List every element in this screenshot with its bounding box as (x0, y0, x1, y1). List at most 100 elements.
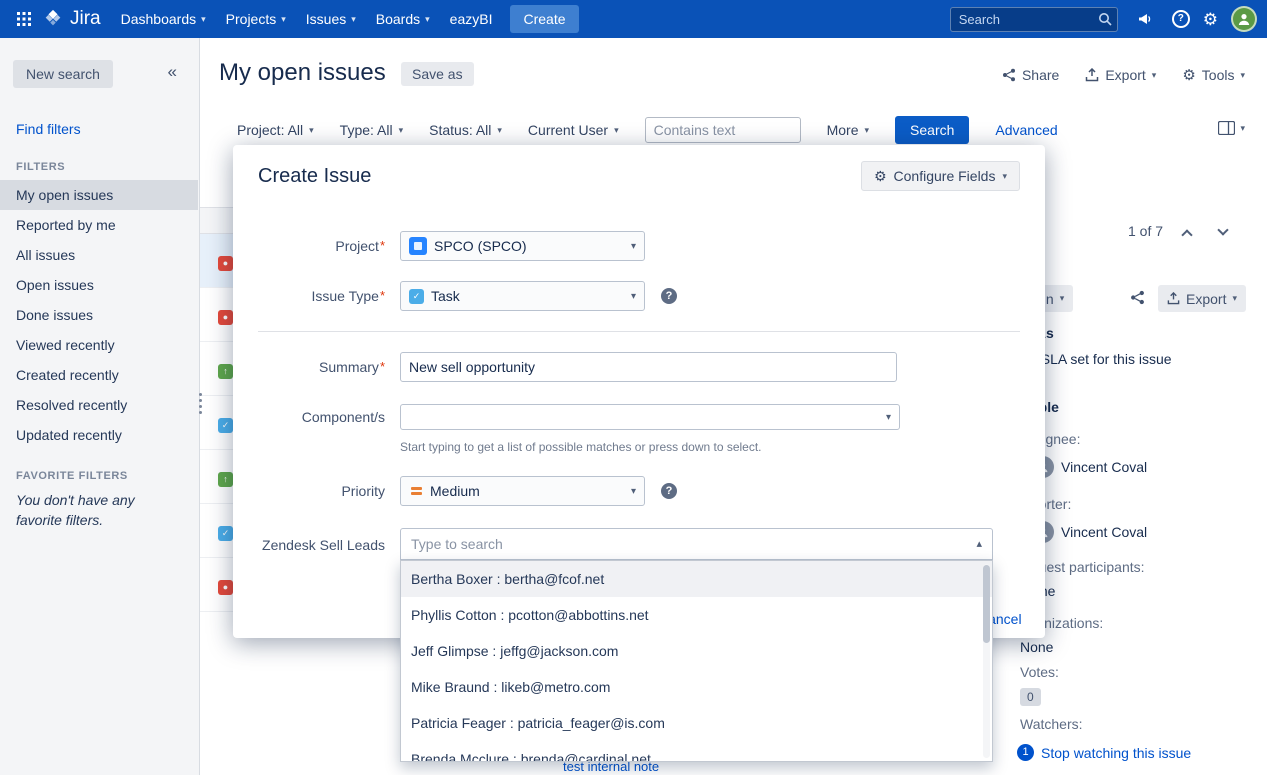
collapse-sidebar-icon[interactable]: « (168, 62, 177, 82)
project-select[interactable]: SPCO (SPCO) ▾ (400, 231, 645, 261)
issue-type-select[interactable]: ✓ Task ▾ (400, 281, 645, 311)
chevron-down-icon: ▾ (614, 125, 619, 136)
sidebar-item-reported-by-me[interactable]: Reported by me (0, 210, 198, 240)
share-button[interactable]: Share (1002, 67, 1059, 83)
contains-text-input[interactable] (645, 117, 801, 143)
chevron-down-icon: ▾ (1240, 70, 1245, 81)
votes-count-badge: 0 (1020, 688, 1041, 706)
issue-type-help-icon[interactable]: ? (661, 288, 677, 304)
type-filter[interactable]: Type: All▾ (340, 122, 403, 138)
issue-pager-label: 1 of 7 (1128, 223, 1163, 239)
lead-option[interactable]: Patricia Feager : patricia_feager@is.com (401, 705, 992, 741)
search-button[interactable]: Search (895, 116, 969, 144)
sidebar-item-viewed-recently[interactable]: Viewed recently (0, 330, 198, 360)
lead-option[interactable]: Brenda Mcclure : brenda@cardinal.net (401, 741, 992, 762)
app-switcher-button[interactable] (10, 4, 38, 34)
chevron-down-icon: ▾ (1152, 70, 1157, 81)
sidebar-item-updated-recently[interactable]: Updated recently (0, 420, 198, 450)
components-helper-text: Start typing to get a list of possible m… (400, 440, 762, 454)
project-filter[interactable]: Project: All▾ (237, 122, 314, 138)
summary-input[interactable] (400, 352, 897, 382)
project-field-label: Project* (233, 238, 385, 254)
issue-row[interactable]: ✓ (200, 504, 233, 558)
nav-eazybi[interactable]: eazyBI (440, 0, 503, 38)
chevron-down-icon: ▾ (865, 125, 870, 136)
chevron-down-icon: ▾ (309, 125, 314, 136)
sidebar-item-done-issues[interactable]: Done issues (0, 300, 198, 330)
leads-search-input[interactable] (401, 529, 992, 559)
user-avatar[interactable] (1231, 6, 1257, 32)
find-filters-link[interactable]: Find filters (16, 121, 81, 137)
task-type-icon: ✓ (409, 289, 424, 304)
export-icon (1167, 292, 1180, 305)
issue-row[interactable]: ● (200, 288, 233, 342)
priority-field-label: Priority (233, 483, 385, 499)
nav-issues[interactable]: Issues▾ (296, 0, 366, 38)
issue-list: ● ● ↑ ✓ ↑ ✓ ● (200, 141, 233, 775)
components-select[interactable]: ▾ (400, 404, 900, 430)
create-button[interactable]: Create (510, 5, 578, 33)
lead-option[interactable]: Jeff Glimpse : jeffg@jackson.com (401, 633, 992, 669)
nav-boards[interactable]: Boards▾ (366, 0, 440, 38)
chevron-down-icon: ▾ (1002, 171, 1007, 182)
save-as-button[interactable]: Save as (401, 62, 474, 86)
jira-logo[interactable]: Jira (38, 8, 111, 30)
tools-button[interactable]: ⚙ Tools ▾ (1182, 66, 1245, 84)
issue-row[interactable]: ↑ (200, 450, 233, 504)
more-filter[interactable]: More▾ (827, 122, 869, 138)
zendesk-sell-leads-field-label: Zendesk Sell Leads (233, 537, 385, 553)
watchers-label: Watchers: (1020, 716, 1083, 732)
detail-export-button[interactable]: Export ▾ (1158, 285, 1246, 312)
favorite-filters-heading: FAVORITE FILTERS (16, 470, 128, 482)
chevron-down-icon: ▾ (351, 14, 356, 25)
organizations-value: None (1020, 639, 1053, 655)
nav-dashboards[interactable]: Dashboards▾ (111, 0, 216, 38)
previous-issue-button[interactable] (1183, 226, 1199, 242)
sidebar-item-my-open-issues[interactable]: My open issues (0, 180, 198, 210)
advanced-link[interactable]: Advanced (995, 122, 1057, 138)
help-icon[interactable]: ? (1172, 10, 1190, 28)
next-issue-button[interactable] (1219, 226, 1235, 242)
search-filter-bar: Project: All▾ Type: All▾ Status: All▾ Cu… (237, 116, 1058, 144)
share-icon (1002, 68, 1016, 82)
task-icon: ✓ (218, 418, 233, 433)
export-icon (1085, 68, 1099, 82)
status-filter[interactable]: Status: All▾ (429, 122, 502, 138)
layout-switcher-button[interactable]: ▾ (1218, 121, 1245, 135)
announcements-button[interactable] (1131, 4, 1159, 34)
dropdown-scrollbar-thumb[interactable] (983, 565, 990, 643)
chevron-down-icon: ▾ (281, 14, 286, 25)
issue-row[interactable]: ● (200, 558, 233, 612)
section-divider (258, 331, 1020, 332)
header-actions: Share Export ▾ ⚙ Tools ▾ (1002, 66, 1245, 84)
detail-share-button[interactable] (1130, 290, 1145, 308)
sidebar-item-created-recently[interactable]: Created recently (0, 360, 198, 390)
jira-logo-icon (42, 8, 64, 30)
sidebar-item-all-issues[interactable]: All issues (0, 240, 198, 270)
sidebar-item-resolved-recently[interactable]: Resolved recently (0, 390, 198, 420)
lead-option[interactable]: Bertha Boxer : bertha@fcof.net (401, 561, 992, 597)
sidebar-item-open-issues[interactable]: Open issues (0, 270, 198, 300)
configure-fields-button[interactable]: ⚙ Configure Fields ▾ (861, 161, 1020, 191)
issue-row[interactable]: ● (200, 234, 233, 288)
new-search-button[interactable]: New search (13, 60, 113, 88)
nav-projects[interactable]: Projects▾ (216, 0, 296, 38)
task-icon: ✓ (218, 526, 233, 541)
assignee-name: Vincent Coval (1061, 459, 1147, 475)
global-search-input[interactable] (950, 7, 1118, 32)
current-user-filter[interactable]: Current User▾ (528, 122, 619, 138)
gear-icon: ⚙ (1182, 66, 1195, 84)
lead-option[interactable]: Phyllis Cotton : pcotton@abbottins.net (401, 597, 992, 633)
reporter-name: Vincent Coval (1061, 524, 1147, 540)
panel-resize-handle[interactable] (196, 386, 205, 420)
priority-select[interactable]: Medium ▾ (400, 476, 645, 506)
export-button[interactable]: Export ▾ (1085, 67, 1156, 83)
stop-watching-link[interactable]: Stop watching this issue (1041, 745, 1191, 761)
chevron-up-icon[interactable]: ▴ (976, 537, 982, 550)
project-avatar-icon (409, 237, 427, 255)
votes-label: Votes: (1020, 664, 1059, 680)
lead-option[interactable]: Mike Braund : likeb@metro.com (401, 669, 992, 705)
priority-help-icon[interactable]: ? (661, 483, 677, 499)
settings-gear-icon[interactable]: ⚙ (1203, 11, 1218, 28)
create-issue-dialog: Create Issue ⚙ Configure Fields ▾ Projec… (233, 145, 1045, 638)
